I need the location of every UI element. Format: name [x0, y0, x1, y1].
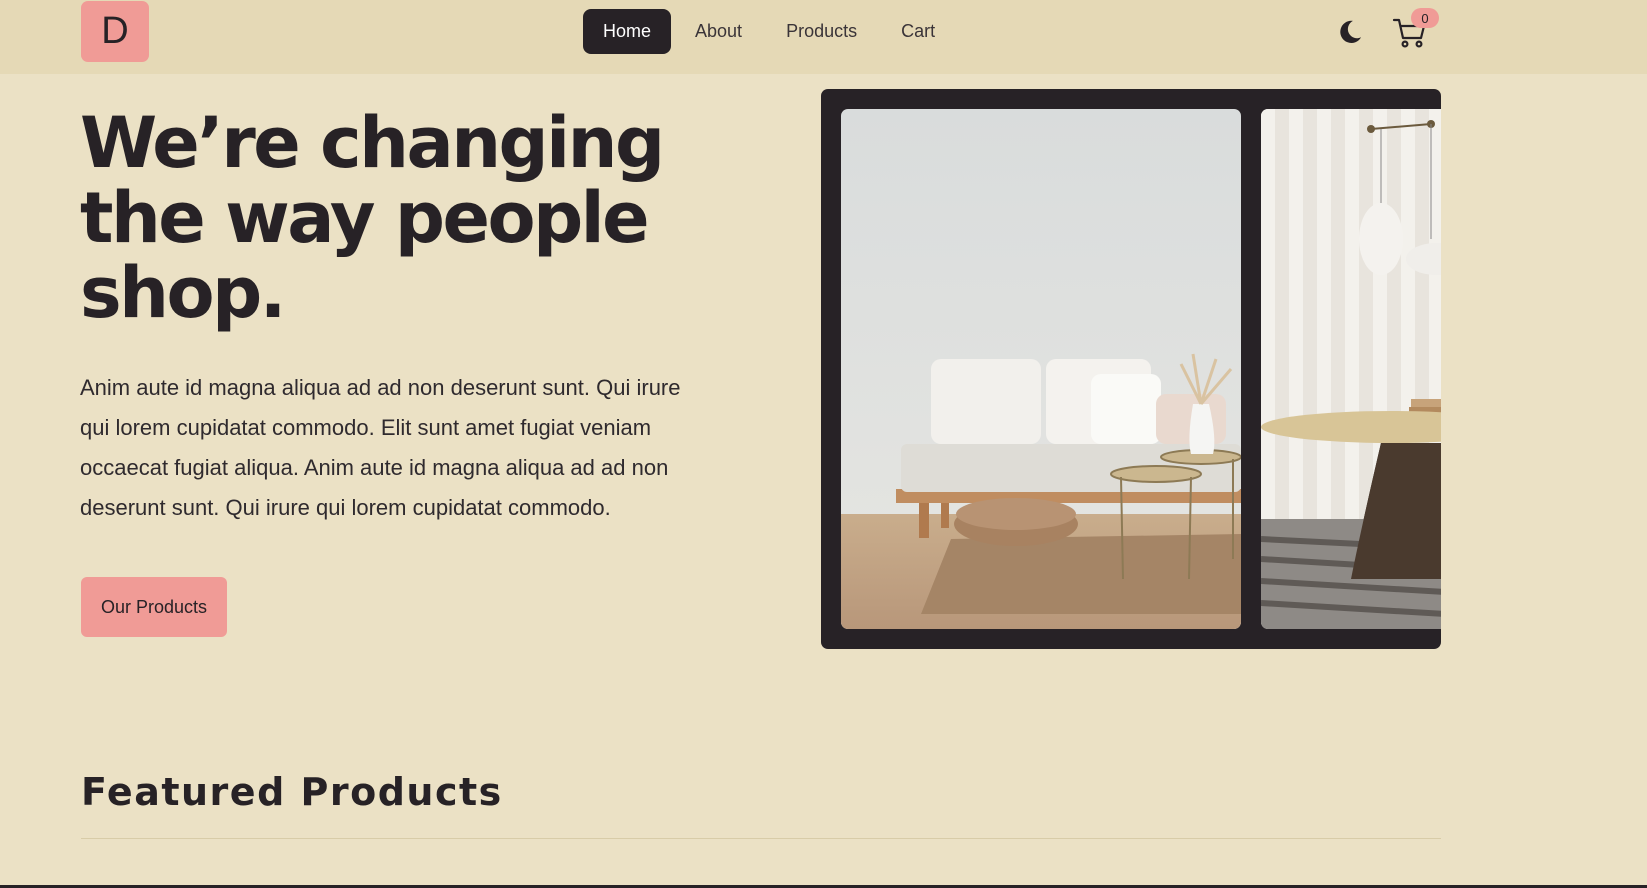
nav-link-products[interactable]: Products — [766, 9, 877, 54]
living-room-sofa-image — [841, 109, 1241, 629]
nav-links: Home About Products Cart — [583, 9, 955, 54]
cart-count-badge: 0 — [1411, 8, 1439, 28]
nav-link-about[interactable]: About — [675, 9, 762, 54]
featured-products-title: Featured Products — [81, 770, 503, 814]
navbar: D Home About Products Cart 0 — [0, 0, 1647, 74]
nav-link-cart[interactable]: Cart — [881, 9, 955, 54]
nav-link-home[interactable]: Home — [583, 9, 672, 54]
image-carousel[interactable] — [821, 89, 1441, 649]
page: D Home About Products Cart 0 We’re chang… — [0, 0, 1647, 888]
logo[interactable]: D — [81, 1, 149, 62]
hero-description: Anim aute id magna aliqua ad ad non dese… — [80, 375, 681, 520]
section-divider — [81, 838, 1441, 839]
dining-table-image — [1261, 109, 1441, 629]
our-products-button[interactable]: Our Products — [81, 577, 227, 637]
hero-title: We’re changing the way people shop. — [80, 102, 665, 334]
moon-icon[interactable] — [1336, 18, 1364, 46]
